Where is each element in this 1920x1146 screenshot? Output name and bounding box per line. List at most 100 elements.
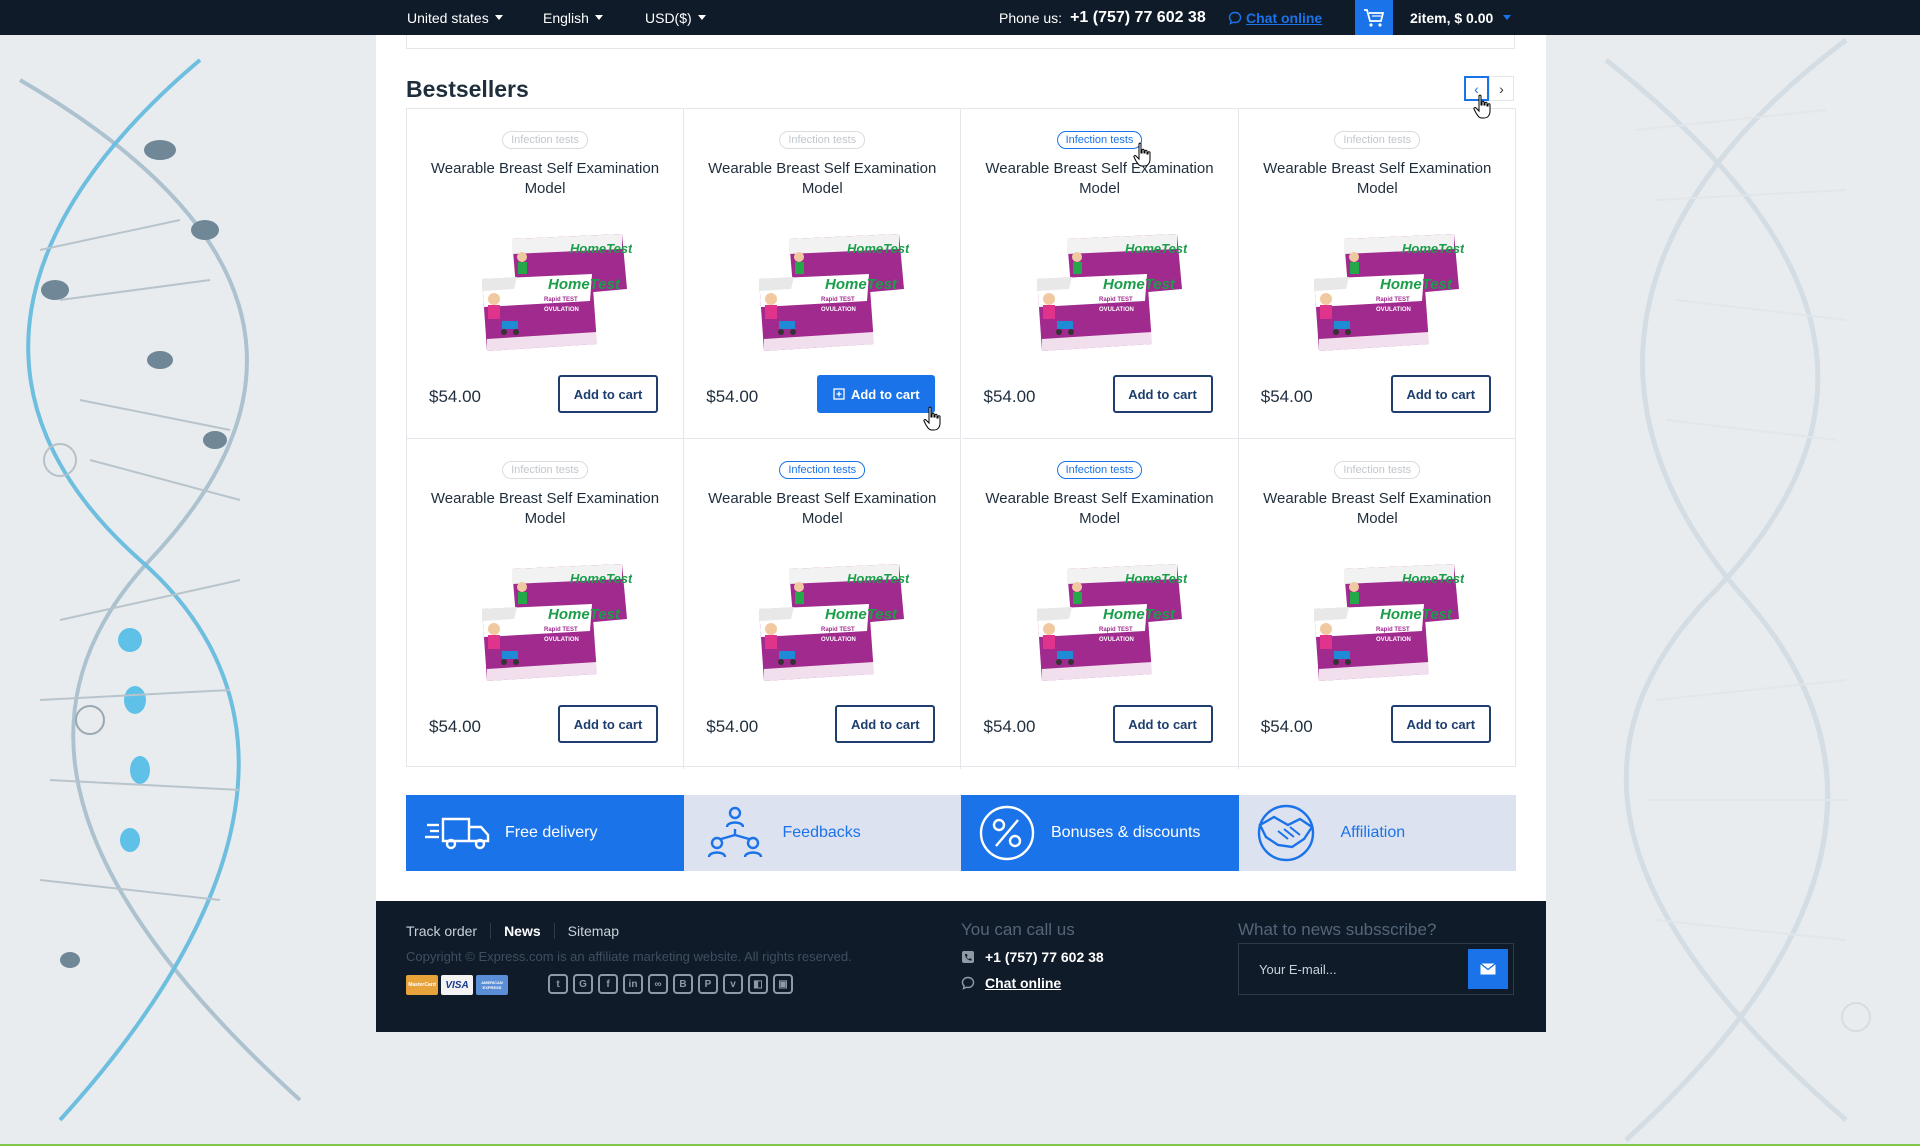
- phone-info: Phone us: +1 (757) 77 602 38: [999, 0, 1206, 35]
- product-card[interactable]: Infection tests Wearable Breast Self Exam…: [961, 109, 1239, 439]
- category-badge[interactable]: Infection tests: [779, 131, 866, 149]
- category-badge[interactable]: Infection tests: [1056, 131, 1143, 149]
- svg-text:Rapid TEST: Rapid TEST: [821, 297, 855, 303]
- svg-text:OVULATION: OVULATION: [544, 637, 579, 643]
- product-card[interactable]: Infection tests Wearable Breast Self Exam…: [407, 439, 684, 769]
- pinterest-icon[interactable]: P: [698, 974, 718, 994]
- add-to-cart-button[interactable]: Add to cart: [1390, 705, 1491, 743]
- product-card[interactable]: Infection tests Wearable Breast Self Exam…: [1239, 439, 1516, 769]
- feature-label: Free delivery: [505, 824, 598, 841]
- language-select[interactable]: English: [543, 0, 603, 35]
- product-name[interactable]: Wearable Breast Self Examination Model: [1259, 159, 1496, 199]
- footer-link-news[interactable]: News: [491, 923, 555, 939]
- chevron-down-icon: [594, 15, 603, 20]
- section-title: Bestsellers: [406, 76, 529, 102]
- product-image[interactable]: HomeTest HomeTest Rapid TEST OVULATION: [1027, 559, 1188, 689]
- feature-feedbacks[interactable]: Feedbacks: [683, 795, 961, 871]
- svg-text:HomeTest: HomeTest: [1125, 571, 1187, 586]
- product-image[interactable]: HomeTest HomeTest Rapid TEST OVULATION: [472, 229, 633, 359]
- svg-text:Rapid TEST: Rapid TEST: [1099, 627, 1133, 633]
- product-card[interactable]: Infection tests Wearable Breast Self Exam…: [1238, 109, 1516, 439]
- chat-online-link[interactable]: Chat online: [1228, 0, 1322, 35]
- svg-text:Rapid TEST: Rapid TEST: [544, 627, 578, 633]
- svg-text:Rapid TEST: Rapid TEST: [1099, 297, 1133, 303]
- category-badge[interactable]: Infection tests: [1334, 461, 1421, 479]
- blogger-icon[interactable]: B: [673, 974, 693, 994]
- email-field[interactable]: [1239, 944, 1468, 994]
- product-image[interactable]: HomeTest HomeTest Rapid TEST OVULATION: [1304, 229, 1465, 359]
- cart-summary[interactable]: 2item, $ 0.00: [1410, 0, 1512, 35]
- add-to-cart-label: Add to cart: [1128, 716, 1197, 732]
- svg-text:HomeTest: HomeTest: [548, 276, 621, 293]
- product-name[interactable]: Wearable Breast Self Examination Model: [704, 159, 940, 199]
- vimeo-icon[interactable]: v: [723, 974, 743, 994]
- category-badge[interactable]: Infection tests: [1334, 131, 1421, 149]
- add-to-cart-button[interactable]: Add to cart: [558, 705, 658, 743]
- linkedin-icon[interactable]: in: [623, 974, 643, 994]
- currency-select[interactable]: USD($): [645, 0, 706, 35]
- add-to-cart-button[interactable]: Add to cart: [835, 705, 936, 743]
- category-badge[interactable]: Infection tests: [502, 131, 588, 149]
- cart-button[interactable]: [1355, 0, 1393, 35]
- product-card[interactable]: Infection tests Wearable Breast Self Exam…: [684, 439, 962, 769]
- svg-text:HomeTest: HomeTest: [1103, 276, 1176, 293]
- add-to-cart-button[interactable]: Add to cart: [1390, 375, 1491, 413]
- footer-phone: +1 (757) 77 602 38: [961, 949, 1104, 965]
- product-image[interactable]: HomeTest HomeTest Rapid TEST OVULATION: [749, 229, 910, 359]
- svg-text:HomeTest: HomeTest: [847, 571, 909, 586]
- product-price: $54.00: [1260, 387, 1313, 406]
- currency-label: USD($): [645, 9, 692, 26]
- product-image[interactable]: HomeTest HomeTest Rapid TEST OVULATION: [472, 559, 633, 689]
- subscribe-button[interactable]: [1468, 949, 1508, 989]
- svg-text:OVULATION: OVULATION: [821, 637, 856, 643]
- product-name[interactable]: Wearable Breast Self Examination Model: [427, 159, 663, 199]
- product-card[interactable]: Infection tests Wearable Breast Self Exam…: [684, 109, 962, 439]
- facebook-icon[interactable]: f: [598, 974, 618, 994]
- feature-affiliation[interactable]: Affiliation: [1238, 795, 1516, 871]
- product-name[interactable]: Wearable Breast Self Examination Model: [982, 159, 1218, 199]
- feature-free-delivery[interactable]: Free delivery: [406, 795, 684, 871]
- product-grid: Infection tests Wearable Breast Self Exam…: [406, 108, 1516, 769]
- product-price: $54.00: [706, 387, 759, 406]
- footer-chat-link[interactable]: Chat online: [961, 975, 1061, 991]
- add-to-cart-button[interactable]: Add to cart: [1112, 705, 1213, 743]
- add-to-cart-button[interactable]: Add to cart: [558, 375, 658, 413]
- country-label: United states: [407, 9, 489, 26]
- product-name[interactable]: Wearable Breast Self Examination Model: [427, 489, 663, 529]
- footer-link-track-order[interactable]: Track order: [406, 923, 492, 939]
- product-image[interactable]: HomeTest HomeTest Rapid TEST OVULATION: [749, 559, 910, 689]
- category-badge[interactable]: Infection tests: [502, 461, 588, 479]
- add-to-cart-button[interactable]: Add to cart: [1112, 375, 1213, 413]
- add-to-cart-button[interactable]: Add to cart: [817, 375, 936, 413]
- category-badge[interactable]: Infection tests: [779, 461, 866, 479]
- footer-phone-number: +1 (757) 77 602 38: [985, 949, 1104, 965]
- digg-icon[interactable]: ▣: [773, 974, 793, 994]
- newsletter-title: What to news subsscribe?: [1238, 920, 1437, 939]
- product-name[interactable]: Wearable Breast Self Examination Model: [1259, 489, 1496, 529]
- envelope-icon: [1480, 963, 1496, 975]
- product-card[interactable]: Infection tests Wearable Breast Self Exam…: [407, 109, 684, 439]
- percent-icon: [977, 804, 1037, 862]
- product-card[interactable]: Infection tests Wearable Breast Self Exam…: [962, 439, 1239, 769]
- svg-text:OVULATION: OVULATION: [1099, 307, 1134, 313]
- twitter-icon[interactable]: t: [548, 974, 568, 994]
- add-to-cart-label: Add to cart: [850, 386, 920, 402]
- link-icon[interactable]: ∞: [648, 974, 668, 994]
- product-name[interactable]: Wearable Breast Self Examination Model: [704, 489, 940, 529]
- add-to-cart-label: Add to cart: [573, 386, 643, 402]
- product-image[interactable]: HomeTest HomeTest Rapid TEST OVULATION: [1304, 559, 1465, 689]
- feature-label: Affiliation: [1340, 824, 1406, 841]
- footer-link-sitemap[interactable]: Sitemap: [555, 923, 632, 939]
- plus-square-icon: [833, 388, 845, 400]
- category-badge[interactable]: Infection tests: [1056, 461, 1143, 479]
- footer: Track order News Sitemap Copyright © Exp…: [376, 901, 1546, 1032]
- delicious-icon[interactable]: ◧: [748, 974, 768, 994]
- feature-bonuses[interactable]: Bonuses & discounts: [961, 795, 1239, 871]
- product-image[interactable]: HomeTest HomeTest Rapid TEST OVULATION: [1027, 229, 1188, 359]
- product-price: $54.00: [429, 717, 481, 736]
- product-name[interactable]: Wearable Breast Self Examination Model: [982, 489, 1218, 529]
- country-select[interactable]: United states: [407, 0, 503, 35]
- google-plus-icon[interactable]: G: [573, 974, 593, 994]
- svg-text:HomeTest: HomeTest: [1103, 606, 1176, 623]
- mastercard-logo: MasterCard: [406, 975, 438, 995]
